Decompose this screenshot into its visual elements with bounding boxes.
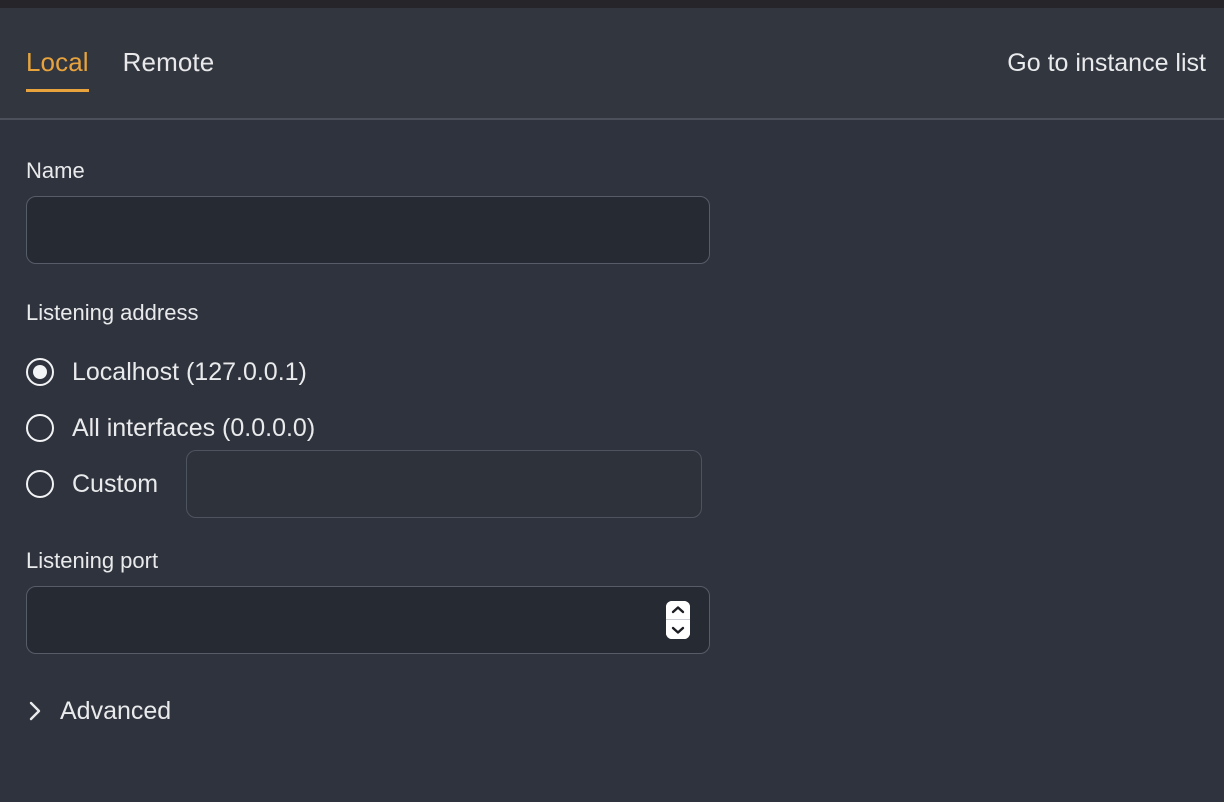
listening-address-label: Listening address [26,300,199,325]
radio-localhost[interactable] [26,358,54,386]
connection-form: Name Listening address Localhost (127.0.… [0,158,1224,726]
tab-bar: Local Remote [0,8,214,92]
radio-row-custom[interactable]: Custom [26,450,1198,518]
app-window: Local Remote Go to instance list Name Li… [0,0,1224,802]
tab-local[interactable]: Local [26,46,89,92]
window-titlebar-strip [0,0,1224,8]
advanced-label: Advanced [60,697,172,725]
listening-port-field [26,586,710,654]
radio-all-interfaces[interactable] [26,414,54,442]
tab-remote[interactable]: Remote [123,46,215,92]
go-to-instance-list-link[interactable]: Go to instance list [1007,48,1206,78]
page-header: Local Remote Go to instance list [0,8,1224,120]
radio-label-localhost: Localhost (127.0.0.1) [72,358,307,386]
listening-port-label: Listening port [26,548,159,573]
custom-address-input[interactable] [186,450,703,518]
radio-row-all-interfaces[interactable]: All interfaces (0.0.0.0) [26,400,1198,456]
chevron-down-icon[interactable] [666,620,690,639]
name-label: Name [26,158,85,183]
listening-port-input[interactable] [26,586,710,654]
radio-row-localhost[interactable]: Localhost (127.0.0.1) [26,344,1198,400]
name-input[interactable] [26,196,710,264]
chevron-up-icon[interactable] [666,601,690,620]
radio-custom[interactable] [26,470,54,498]
port-stepper[interactable] [666,601,690,639]
radio-label-all-interfaces: All interfaces (0.0.0.0) [72,414,316,442]
radio-label-custom: Custom [72,470,159,498]
listening-address-radio-group: Localhost (127.0.0.1) All interfaces (0.… [26,344,1198,518]
advanced-disclosure[interactable]: Advanced [26,696,171,726]
chevron-right-icon [26,698,44,724]
